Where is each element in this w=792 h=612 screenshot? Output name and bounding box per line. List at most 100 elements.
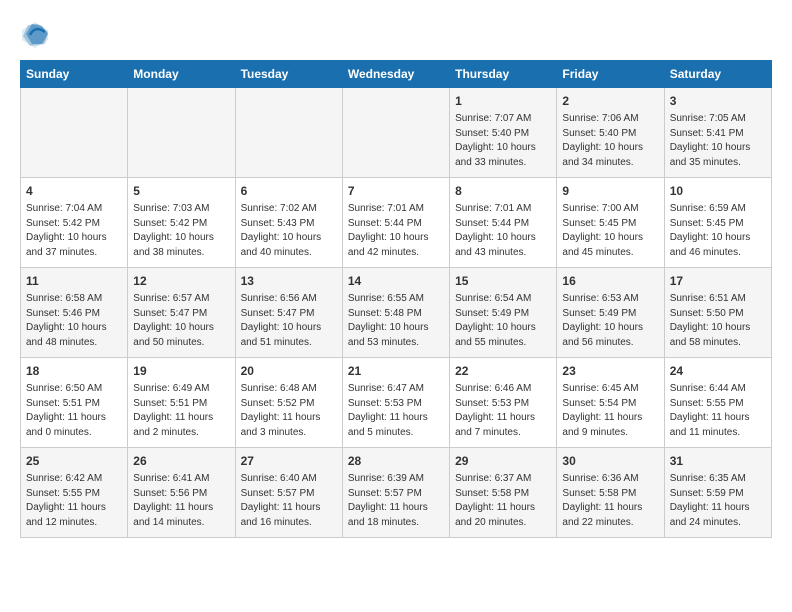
day-number: 27 bbox=[241, 453, 337, 470]
calendar-cell: 17Sunrise: 6:51 AMSunset: 5:50 PMDayligh… bbox=[664, 268, 771, 358]
day-info: Sunrise: 6:56 AM bbox=[241, 292, 337, 307]
calendar-cell bbox=[342, 88, 449, 178]
day-info: Sunrise: 7:03 AM bbox=[133, 202, 229, 217]
day-info: and 46 minutes. bbox=[670, 246, 766, 261]
calendar-cell: 25Sunrise: 6:42 AMSunset: 5:55 PMDayligh… bbox=[21, 448, 128, 538]
week-row-3: 11Sunrise: 6:58 AMSunset: 5:46 PMDayligh… bbox=[21, 268, 772, 358]
day-info: Daylight: 10 hours bbox=[562, 141, 658, 156]
calendar-cell bbox=[128, 88, 235, 178]
calendar-cell: 21Sunrise: 6:47 AMSunset: 5:53 PMDayligh… bbox=[342, 358, 449, 448]
calendar-cell: 30 Sunrise: 6:36 AMSunset: 5:58 PMDayligh… bbox=[557, 448, 664, 538]
day-info: Daylight: 11 hours bbox=[26, 411, 122, 426]
calendar-cell: 19Sunrise: 6:49 AMSunset: 5:51 PMDayligh… bbox=[128, 358, 235, 448]
day-info: Sunrise: 7:07 AM bbox=[455, 112, 551, 127]
day-number: 30 bbox=[562, 453, 658, 470]
day-info: Sunrise: 6:36 AM bbox=[562, 472, 658, 487]
day-number: 7 bbox=[348, 183, 444, 200]
day-info: Sunset: 5:59 PM bbox=[670, 487, 766, 502]
day-number: 16 bbox=[562, 273, 658, 290]
calendar-cell bbox=[235, 88, 342, 178]
day-info: Sunset: 5:58 PM bbox=[562, 487, 658, 502]
calendar-cell: 15Sunrise: 6:54 AMSunset: 5:49 PMDayligh… bbox=[450, 268, 557, 358]
calendar-cell: 18Sunrise: 6:50 AMSunset: 5:51 PMDayligh… bbox=[21, 358, 128, 448]
day-info: Sunset: 5:57 PM bbox=[241, 487, 337, 502]
day-info: Sunrise: 7:01 AM bbox=[455, 202, 551, 217]
day-info: and 2 minutes. bbox=[133, 426, 229, 441]
day-number: 10 bbox=[670, 183, 766, 200]
day-info: and 43 minutes. bbox=[455, 246, 551, 261]
day-info: Sunrise: 6:51 AM bbox=[670, 292, 766, 307]
day-info: Daylight: 11 hours bbox=[562, 501, 658, 516]
calendar-cell: 2Sunrise: 7:06 AMSunset: 5:40 PMDaylight… bbox=[557, 88, 664, 178]
calendar-cell: 29Sunrise: 6:37 AMSunset: 5:58 PMDayligh… bbox=[450, 448, 557, 538]
day-info: and 38 minutes. bbox=[133, 246, 229, 261]
calendar-cell: 6Sunrise: 7:02 AMSunset: 5:43 PMDaylight… bbox=[235, 178, 342, 268]
day-info: Sunset: 5:44 PM bbox=[455, 217, 551, 232]
day-info: Sunset: 5:49 PM bbox=[562, 307, 658, 322]
day-info: Sunset: 5:40 PM bbox=[562, 127, 658, 142]
day-info: Sunrise: 6:40 AM bbox=[241, 472, 337, 487]
day-info: Sunrise: 6:42 AM bbox=[26, 472, 122, 487]
day-info: Sunset: 5:47 PM bbox=[241, 307, 337, 322]
day-info: Sunset: 5:42 PM bbox=[133, 217, 229, 232]
day-info: Sunset: 5:56 PM bbox=[133, 487, 229, 502]
calendar-cell: 7Sunrise: 7:01 AMSunset: 5:44 PMDaylight… bbox=[342, 178, 449, 268]
day-number: 6 bbox=[241, 183, 337, 200]
week-row-1: 1Sunrise: 7:07 AMSunset: 5:40 PMDaylight… bbox=[21, 88, 772, 178]
day-number: 31 bbox=[670, 453, 766, 470]
calendar-cell: 16Sunrise: 6:53 AMSunset: 5:49 PMDayligh… bbox=[557, 268, 664, 358]
calendar-cell: 23Sunrise: 6:45 AMSunset: 5:54 PMDayligh… bbox=[557, 358, 664, 448]
day-number: 12 bbox=[133, 273, 229, 290]
day-number: 25 bbox=[26, 453, 122, 470]
day-info: Sunrise: 6:45 AM bbox=[562, 382, 658, 397]
day-info: Daylight: 11 hours bbox=[241, 411, 337, 426]
calendar-cell: 28Sunrise: 6:39 AMSunset: 5:57 PMDayligh… bbox=[342, 448, 449, 538]
day-number: 19 bbox=[133, 363, 229, 380]
day-info: and 7 minutes. bbox=[455, 426, 551, 441]
day-info: Sunrise: 6:58 AM bbox=[26, 292, 122, 307]
calendar-cell: 11Sunrise: 6:58 AMSunset: 5:46 PMDayligh… bbox=[21, 268, 128, 358]
day-info: Daylight: 10 hours bbox=[348, 231, 444, 246]
week-row-4: 18Sunrise: 6:50 AMSunset: 5:51 PMDayligh… bbox=[21, 358, 772, 448]
day-info: Daylight: 10 hours bbox=[133, 321, 229, 336]
day-info: Daylight: 10 hours bbox=[455, 141, 551, 156]
day-number: 2 bbox=[562, 93, 658, 110]
day-info: Daylight: 10 hours bbox=[133, 231, 229, 246]
day-info: Sunrise: 6:49 AM bbox=[133, 382, 229, 397]
day-info: Daylight: 10 hours bbox=[455, 321, 551, 336]
day-header-sunday: Sunday bbox=[21, 61, 128, 88]
day-info: and 56 minutes. bbox=[562, 336, 658, 351]
day-info: Sunrise: 7:04 AM bbox=[26, 202, 122, 217]
day-number: 21 bbox=[348, 363, 444, 380]
calendar-cell: 5Sunrise: 7:03 AMSunset: 5:42 PMDaylight… bbox=[128, 178, 235, 268]
week-row-5: 25Sunrise: 6:42 AMSunset: 5:55 PMDayligh… bbox=[21, 448, 772, 538]
day-info: Daylight: 10 hours bbox=[455, 231, 551, 246]
day-info: Sunset: 5:40 PM bbox=[455, 127, 551, 142]
day-info: Sunrise: 6:46 AM bbox=[455, 382, 551, 397]
day-info: Daylight: 10 hours bbox=[348, 321, 444, 336]
day-info: Sunrise: 7:05 AM bbox=[670, 112, 766, 127]
day-number: 20 bbox=[241, 363, 337, 380]
day-info: and 35 minutes. bbox=[670, 156, 766, 171]
day-info: Daylight: 10 hours bbox=[26, 231, 122, 246]
day-info: and 18 minutes. bbox=[348, 516, 444, 531]
day-info: Daylight: 11 hours bbox=[670, 411, 766, 426]
day-info: Sunrise: 6:50 AM bbox=[26, 382, 122, 397]
day-info: Sunrise: 6:39 AM bbox=[348, 472, 444, 487]
calendar-cell: 10Sunrise: 6:59 AMSunset: 5:45 PMDayligh… bbox=[664, 178, 771, 268]
day-info: Sunset: 5:47 PM bbox=[133, 307, 229, 322]
day-number: 3 bbox=[670, 93, 766, 110]
day-info: Sunset: 5:55 PM bbox=[670, 397, 766, 412]
day-info: Sunset: 5:43 PM bbox=[241, 217, 337, 232]
day-number: 23 bbox=[562, 363, 658, 380]
day-info: Sunset: 5:44 PM bbox=[348, 217, 444, 232]
day-info: Daylight: 10 hours bbox=[670, 321, 766, 336]
day-info: Sunset: 5:45 PM bbox=[562, 217, 658, 232]
calendar-cell: 1Sunrise: 7:07 AMSunset: 5:40 PMDaylight… bbox=[450, 88, 557, 178]
calendar-cell bbox=[21, 88, 128, 178]
day-info: Daylight: 11 hours bbox=[348, 501, 444, 516]
calendar-cell: 20Sunrise: 6:48 AMSunset: 5:52 PMDayligh… bbox=[235, 358, 342, 448]
day-info: Daylight: 11 hours bbox=[562, 411, 658, 426]
calendar-table: SundayMondayTuesdayWednesdayThursdayFrid… bbox=[20, 60, 772, 538]
day-info: Daylight: 11 hours bbox=[241, 501, 337, 516]
